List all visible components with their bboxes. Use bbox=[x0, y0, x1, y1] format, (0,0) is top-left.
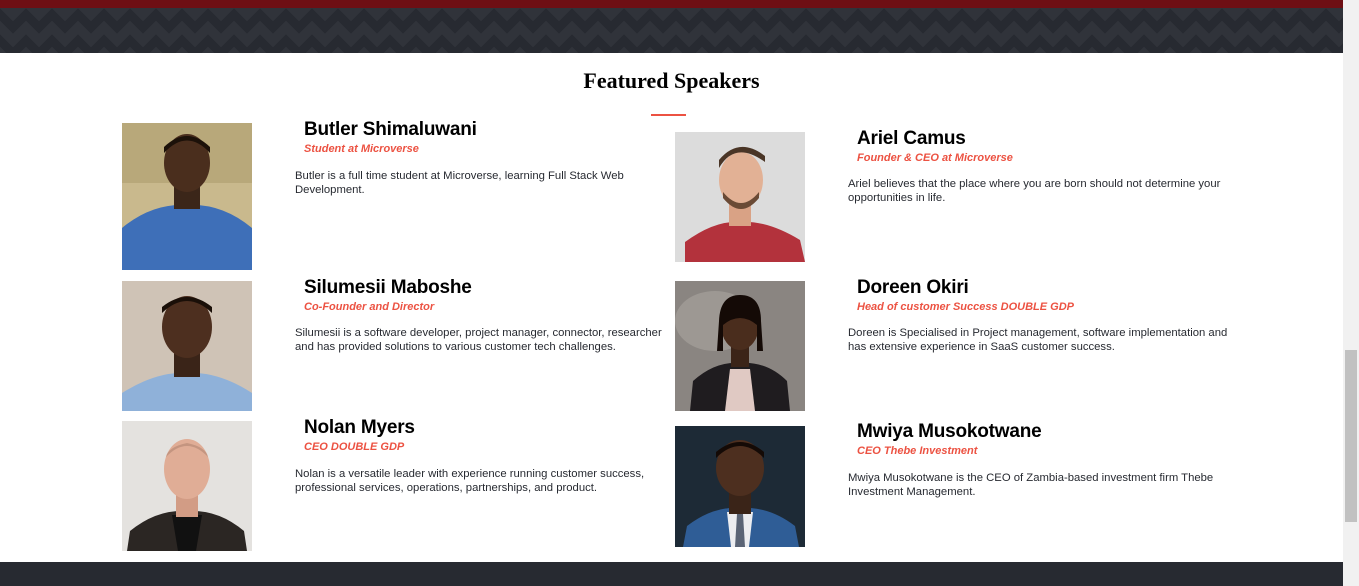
speaker-photo bbox=[675, 426, 805, 547]
speaker-bio: Mwiya Musokotwane is the CEO of Zambia-b… bbox=[848, 472, 1214, 498]
speaker-bio: Nolan is a versatile leader with experie… bbox=[295, 468, 645, 494]
speaker-photo bbox=[675, 281, 805, 411]
speaker-role: Founder & CEO at Microverse bbox=[857, 152, 1013, 164]
speaker-role: CEO DOUBLE GDP bbox=[304, 441, 405, 453]
speaker-photo bbox=[122, 281, 252, 411]
footer-band bbox=[0, 562, 1343, 586]
speaker-name: Doreen Okiri bbox=[857, 277, 969, 298]
speaker-bio: Doreen is Specialised in Project managem… bbox=[848, 327, 1228, 353]
section-title: Featured Speakers bbox=[583, 68, 760, 93]
top-header-strip bbox=[0, 0, 1343, 8]
speaker-photo bbox=[675, 132, 805, 262]
speaker-bio: Ariel believes that the place where you … bbox=[848, 178, 1221, 204]
speaker-photo bbox=[122, 123, 252, 270]
speaker-bio: Butler is a full time student at Microve… bbox=[295, 170, 624, 196]
speaker-role: CEO Thebe Investment bbox=[857, 445, 978, 457]
speaker-name: Butler Shimaluwani bbox=[304, 119, 477, 140]
speaker-bio: Silumesii is a software developer, proje… bbox=[295, 327, 662, 353]
speaker-name: Silumesii Maboshe bbox=[304, 277, 472, 298]
speaker-photo bbox=[122, 421, 252, 551]
speaker-name: Nolan Myers bbox=[304, 417, 415, 438]
page-scrollbar[interactable] bbox=[1343, 0, 1359, 586]
speaker-name: Mwiya Musokotwane bbox=[857, 421, 1042, 442]
speaker-name: Ariel Camus bbox=[857, 128, 966, 149]
scrollbar-thumb[interactable] bbox=[1345, 350, 1357, 522]
title-underline bbox=[651, 114, 686, 116]
header-pattern-band bbox=[0, 8, 1343, 53]
speaker-role: Student at Microverse bbox=[304, 143, 419, 155]
speaker-role: Head of customer Success DOUBLE GDP bbox=[857, 301, 1075, 313]
speaker-role: Co-Founder and Director bbox=[304, 301, 435, 313]
